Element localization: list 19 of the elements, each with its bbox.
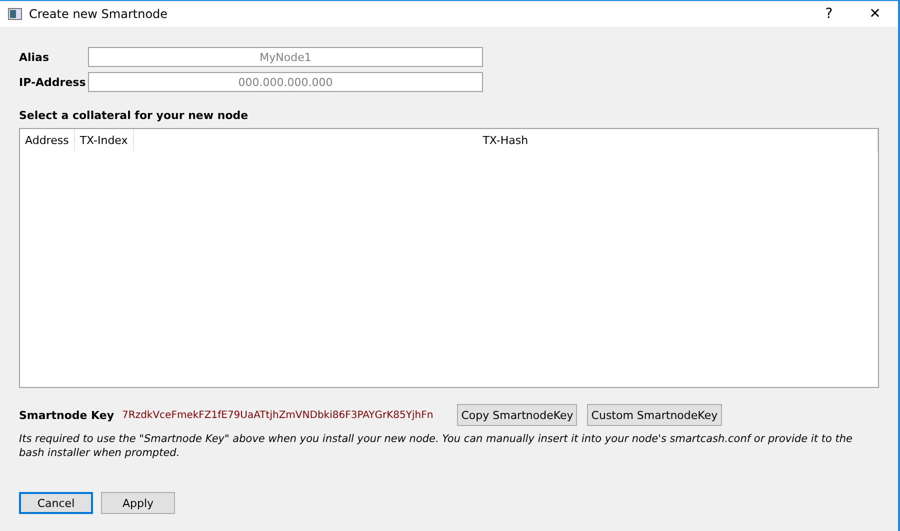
field-label: IP-Address <box>19 76 87 88</box>
section-heading: Select a collateral for your new node <box>19 109 250 122</box>
dialog-button[interactable]: Apply <box>101 492 175 514</box>
dialog-button[interactable]: Cancel <box>19 492 93 514</box>
field-label: Alias <box>19 50 50 64</box>
info-note: Its required to use the "Smartnode Key" above when you install your new node. You can manually insert it into your node's smartcash.conf or provide it to the bash installer when prompted. <box>19 432 854 460</box>
column-header[interactable]: Address <box>20 129 75 151</box>
close-button[interactable]: ✕ <box>852 1 898 27</box>
column-header[interactable]: TX-Hash <box>134 129 878 151</box>
key-value: 7RzdkVceFmekFZ1fE79UaATtjhZmVNDbki86F3PAYGrK85YjhFn <box>122 410 434 420</box>
key-button[interactable]: Copy SmartnodeKey <box>457 404 578 426</box>
input-field[interactable]: 000.000.000.000 <box>88 72 483 92</box>
window-title: Create new Smartnode <box>29 7 169 21</box>
input-field[interactable]: MyNode1 <box>88 47 483 67</box>
key-label: Smartnode Key <box>19 408 114 422</box>
key-button[interactable]: Custom SmartnodeKey <box>587 404 722 426</box>
help-button[interactable]: ? <box>806 1 852 27</box>
column-header[interactable]: TX-Index <box>74 129 134 151</box>
window-icon <box>8 8 22 20</box>
